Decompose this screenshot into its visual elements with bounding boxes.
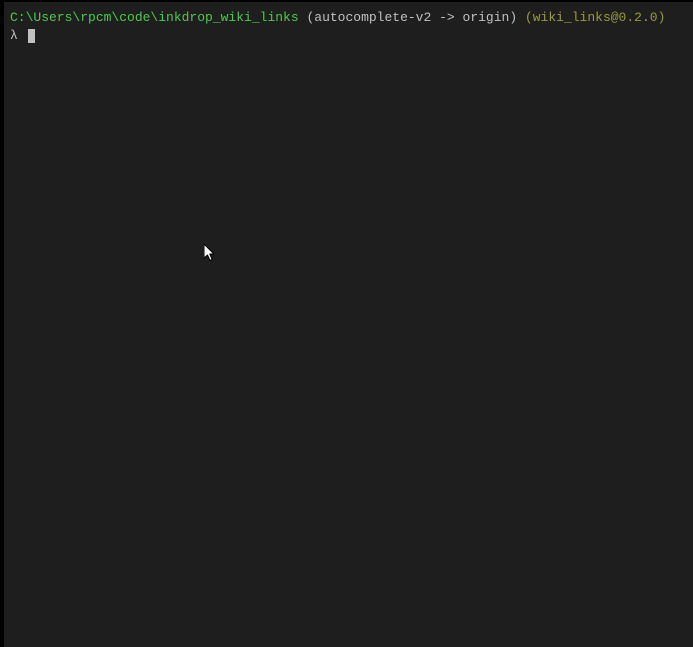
- input-line[interactable]: λ: [10, 28, 687, 45]
- prompt-path: C:\Users\rpcm\code\inkdrop_wiki_links: [10, 10, 299, 25]
- pkg-open: (: [517, 10, 533, 25]
- terminal-window[interactable]: C:\Users\rpcm\code\inkdrop_wiki_links (a…: [4, 2, 693, 647]
- mouse-cursor-icon: [204, 244, 218, 264]
- prompt-line: C:\Users\rpcm\code\inkdrop_wiki_links (a…: [10, 10, 687, 27]
- branch-open: (: [299, 10, 315, 25]
- package-version: wiki_links@0.2.0: [533, 10, 658, 25]
- git-branch: autocomplete-v2 -> origin: [314, 10, 509, 25]
- pkg-close: ): [658, 10, 666, 25]
- branch-close: ): [509, 10, 517, 25]
- prompt-symbol: λ: [10, 28, 26, 45]
- cursor-block: [28, 29, 35, 43]
